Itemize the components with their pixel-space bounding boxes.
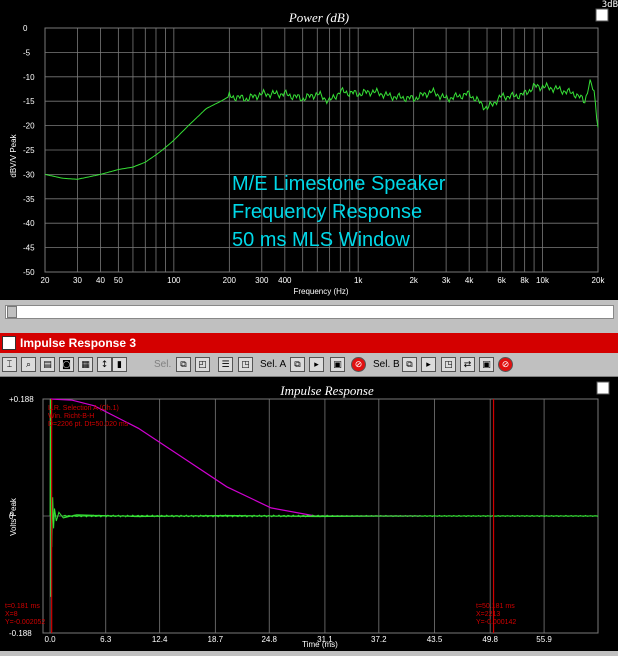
power-x-tick: 10k <box>536 276 550 285</box>
power-x-tick: 6k <box>497 276 506 285</box>
power-y-tick: -50 <box>23 268 35 277</box>
sel-a-go-icon[interactable]: ▸ <box>309 357 324 372</box>
sel-export-icon[interactable]: ◳ <box>238 357 253 372</box>
impulse-y-tick: -0.188 <box>9 629 32 638</box>
power-x-tick: 20 <box>41 276 50 285</box>
sel-b-copy-icon[interactable]: ⧉ <box>402 357 417 372</box>
impulse-x-tick: 24.8 <box>261 635 277 644</box>
cursor-b-time: t=50.181 ms <box>476 603 515 610</box>
cursor-a-y: Y=-0.002052 <box>5 619 45 626</box>
power-y-tick: -45 <box>23 244 35 253</box>
impulse-chart-title: Impulse Response <box>279 383 374 398</box>
sel-b-view-icon[interactable]: ▣ <box>479 357 494 372</box>
annotation-line-3: 50 ms MLS Window <box>232 229 410 251</box>
impulse-x-tick: 12.4 <box>152 635 168 644</box>
horizontal-scrollbar[interactable] <box>5 305 614 319</box>
cursor-tool-icon[interactable]: ⌶ <box>2 357 17 372</box>
impulse-y-tick: +0.188 <box>9 395 34 404</box>
power-chart: Power (dB) dBV/V Peak Frequency (Hz) 0 -5… <box>9 8 609 296</box>
annotation-line-2: Frequency Response <box>232 201 422 223</box>
grid-icon[interactable]: ▦ <box>78 357 93 372</box>
power-x-label: Frequency (Hz) <box>293 287 348 296</box>
power-y-tick: -30 <box>23 170 35 179</box>
sel-a-copy-icon[interactable]: ⧉ <box>290 357 305 372</box>
power-y-tick: -35 <box>23 195 35 204</box>
cursor-a-time: t=0.181 ms <box>5 603 40 610</box>
expand-icon-2[interactable] <box>596 381 610 395</box>
impulse-x-tick: 0.0 <box>45 635 57 644</box>
cursor-a-x: X=8 <box>5 611 18 618</box>
window-title: Impulse Response 3 <box>20 336 137 350</box>
sel-label[interactable]: Sel. <box>154 359 171 370</box>
impulse-y-tick: 0 <box>9 512 14 521</box>
power-x-tick: 3k <box>442 276 451 285</box>
power-x-tick: 300 <box>255 276 269 285</box>
annotation-line-1: M/E Limestone Speaker <box>232 173 446 195</box>
rescale-icon[interactable]: ↕ <box>97 357 112 372</box>
power-y-tick: -15 <box>23 97 35 106</box>
impulse-x-tick: 6.3 <box>100 635 112 644</box>
camera-icon[interactable]: ◙ <box>59 357 74 372</box>
power-x-tick: 40 <box>96 276 105 285</box>
impulse-x-tick: 55.9 <box>536 635 552 644</box>
impulse-x-tick: 18.7 <box>208 635 224 644</box>
impulse-chart-panel: Impulse Response Volts Peak Time (ms) 0.… <box>0 377 618 651</box>
cursor-b-x: X=2213 <box>476 611 500 618</box>
expand-icon[interactable] <box>595 8 609 22</box>
zoom-icon[interactable]: ⌕ <box>21 357 36 372</box>
impulse-trace <box>49 398 599 597</box>
window-titlebar[interactable]: Impulse Response 3 <box>0 333 618 353</box>
sel-b-label[interactable]: Sel. B <box>373 359 400 370</box>
power-x-tick: 1k <box>354 276 363 285</box>
power-y-tick: 0 <box>23 24 28 33</box>
sel-a-view-icon[interactable]: ▣ <box>330 357 345 372</box>
power-y-label: dBV/V Peak <box>9 133 18 177</box>
sel-window-icon[interactable]: ◰ <box>195 357 210 372</box>
power-x-tick: 200 <box>223 276 237 285</box>
sel-copy-icon[interactable]: ⧉ <box>176 357 191 372</box>
sel-a-clear-icon[interactable]: ⊘ <box>351 357 366 372</box>
power-x-tick: 50 <box>114 276 123 285</box>
channel-icon[interactable]: ▮ <box>112 357 127 372</box>
cursor-b-y: Y=-0.000142 <box>476 619 516 626</box>
info-line-2: Win. Richt-B-H <box>48 413 94 420</box>
power-y-tick: -10 <box>23 73 35 82</box>
power-trace <box>44 79 599 180</box>
impulse-x-tick: 43.5 <box>427 635 443 644</box>
power-y-tick: -20 <box>23 122 35 131</box>
info-line-1: L.R. Selection A (Ch.1) <box>48 405 119 412</box>
window-app-icon <box>2 336 16 350</box>
power-y-tick: -40 <box>23 219 35 228</box>
power-y-tick: -5 <box>23 48 31 57</box>
power-chart-panel: 3dB Power (dB) dBV/V Peak Frequency (Hz)… <box>0 0 618 300</box>
sel-list-icon[interactable]: ☰ <box>218 357 233 372</box>
scrollbar-thumb[interactable] <box>7 306 17 318</box>
corner-readout: 3dB <box>601 0 618 10</box>
power-x-tick: 100 <box>167 276 181 285</box>
power-x-tick: 4k <box>465 276 474 285</box>
power-chart-title: Power (dB) <box>288 10 349 25</box>
sel-b-go-icon[interactable]: ▸ <box>421 357 436 372</box>
impulse-chart: Impulse Response Volts Peak Time (ms) 0.… <box>5 381 610 649</box>
toolbar: ⌶ ⌕ ▤ ◙ ▦ ↕ ▮ Sel. ⧉ ◰ ☰ ◳ Sel. A ⧉ ▸ ▣ … <box>0 354 618 377</box>
power-x-tick: 20k <box>592 276 606 285</box>
sel-b-compare-icon[interactable]: ⇄ <box>460 357 475 372</box>
print-icon[interactable]: ▤ <box>40 357 55 372</box>
sel-b-export-icon[interactable]: ◳ <box>441 357 456 372</box>
impulse-x-tick: 37.2 <box>371 635 387 644</box>
info-line-3: D=2206 pt. Dt=50.020 ms <box>48 421 129 428</box>
impulse-x-tick: 49.8 <box>482 635 498 644</box>
sel-a-label[interactable]: Sel. A <box>260 359 286 370</box>
sel-b-clear-icon[interactable]: ⊘ <box>498 357 513 372</box>
power-x-tick: 8k <box>520 276 529 285</box>
impulse-x-tick: 31.1 <box>317 635 333 644</box>
power-x-tick: 400 <box>278 276 292 285</box>
power-x-tick: 2k <box>409 276 418 285</box>
power-x-tick: 30 <box>73 276 82 285</box>
power-y-tick: -25 <box>23 146 35 155</box>
